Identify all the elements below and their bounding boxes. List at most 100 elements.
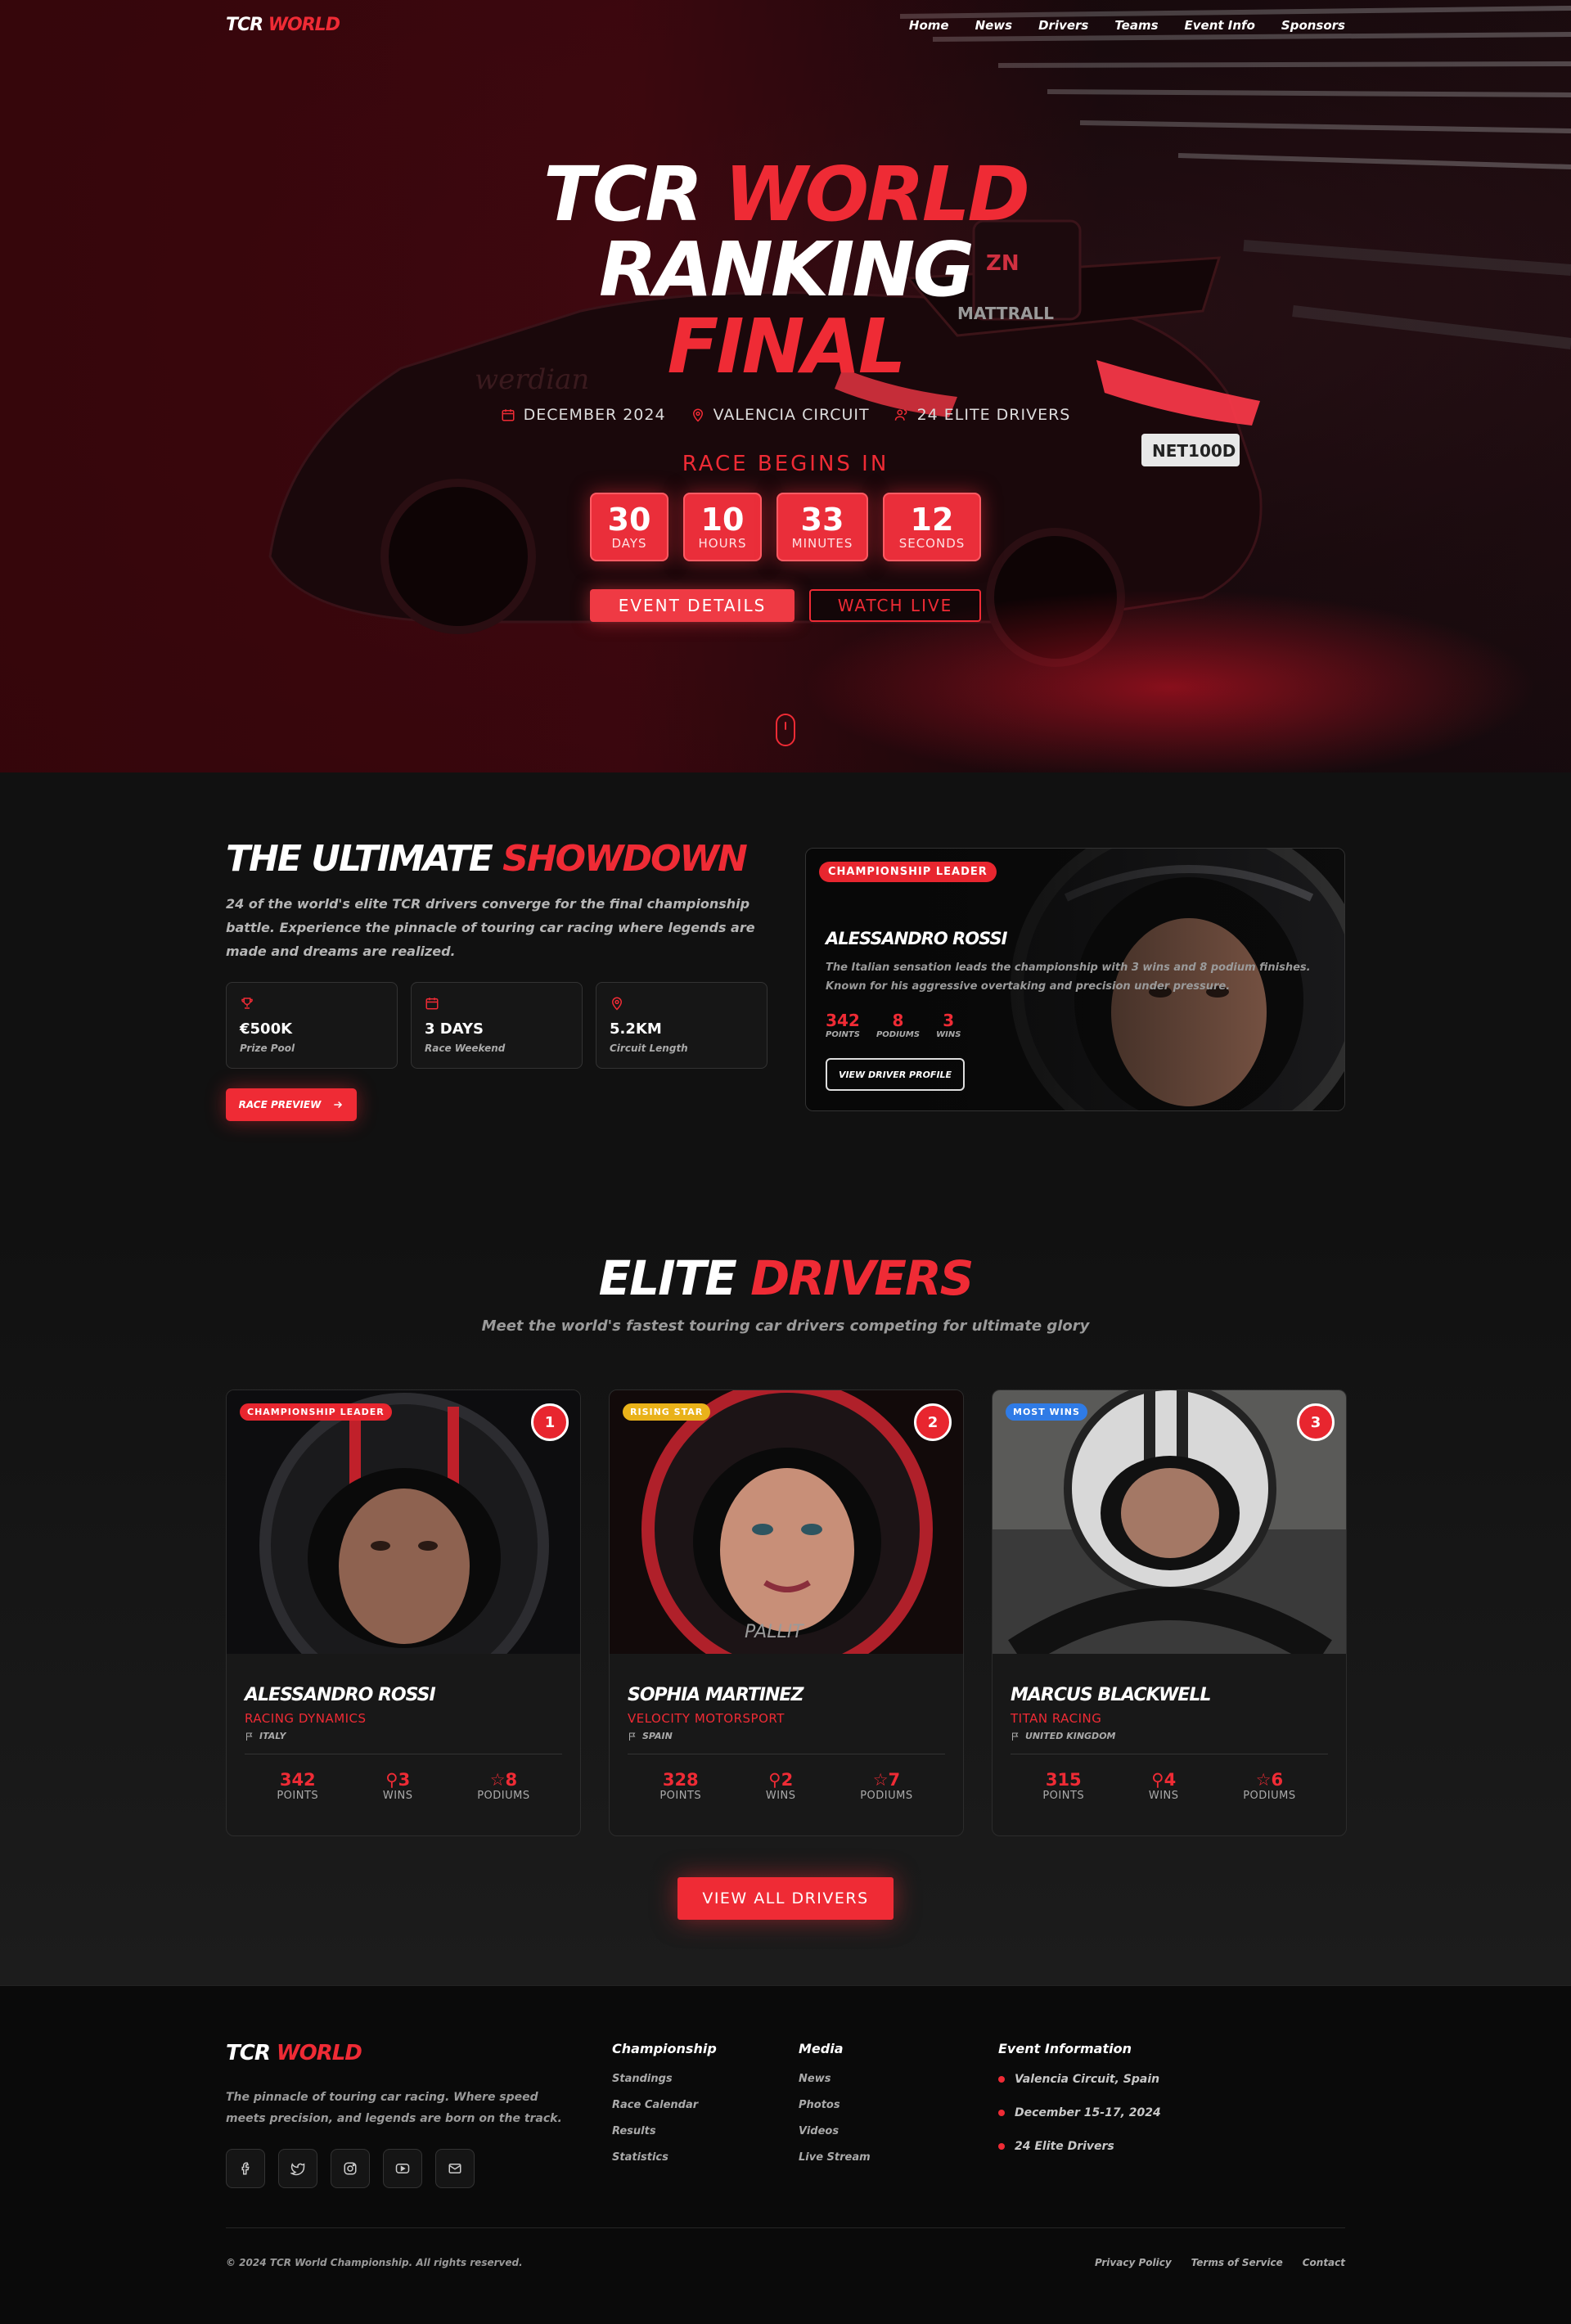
stat-label: WINS <box>936 1030 961 1039</box>
twitter-icon[interactable] <box>278 2149 317 2188</box>
stat-label: WINS <box>1148 1790 1179 1802</box>
copyright: © 2024 TCR World Championship. All right… <box>226 2257 523 2268</box>
stat-value: 8 <box>505 1770 518 1790</box>
bullet-icon <box>998 2143 1005 2150</box>
nav-news[interactable]: News <box>975 18 1013 33</box>
users-icon <box>894 409 907 421</box>
watch-live-button[interactable]: WATCH LIVE <box>809 589 981 622</box>
hero-section: NET100D ZN MATTRALL werdian TCR WORLD RA… <box>0 0 1571 772</box>
driver-country: ITALY <box>245 1731 286 1741</box>
trophy-icon: ⚲ <box>385 1770 398 1790</box>
rank-badge: 3 <box>1297 1403 1335 1441</box>
showdown-description: 24 of the world's elite TCR drivers conv… <box>226 896 755 959</box>
driver-card[interactable]: CHAMPIONSHIP LEADER 1 ALESSANDRO ROSSI R… <box>226 1389 581 1836</box>
footer-link[interactable]: Standings <box>612 2073 717 2085</box>
event-info-text: Valencia Circuit, Spain <box>1015 2073 1160 2086</box>
event-info-item: Valencia Circuit, Spain <box>998 2073 1161 2086</box>
showdown-title: THE ULTIMATE SHOWDOWN <box>226 838 748 880</box>
stat-label: POINTS <box>659 1790 702 1802</box>
page: NET100D ZN MATTRALL werdian TCR WORLD RA… <box>0 0 1571 2324</box>
mail-icon[interactable] <box>435 2149 475 2188</box>
stat-label: Circuit Length <box>610 1043 688 1054</box>
footer-link[interactable]: Videos <box>799 2125 871 2137</box>
view-all-drivers-button[interactable]: VIEW ALL DRIVERS <box>677 1877 894 1920</box>
stat-label: PODIUMS <box>1243 1790 1296 1802</box>
stat-wins: ⚲3 WINS <box>383 1770 413 1802</box>
stat-value: 315 <box>1045 1770 1082 1790</box>
stat-value: 5.2KM <box>610 1020 662 1038</box>
privacy-policy-link[interactable]: Privacy Policy <box>1095 2257 1172 2268</box>
countdown-minutes: 33 MINUTES <box>776 493 868 561</box>
hero-title-line3: FINAL <box>667 303 907 390</box>
driver-photo: PALLIT RISING STAR 2 <box>610 1390 963 1654</box>
nav-sponsors[interactable]: Sponsors <box>1281 18 1345 33</box>
stat-label: Race Weekend <box>425 1043 506 1054</box>
footer-link[interactable]: Race Calendar <box>612 2099 717 2111</box>
facebook-icon[interactable] <box>226 2149 265 2188</box>
stat-value: 3 DAYS <box>425 1020 484 1038</box>
stat-label: PODIUMS <box>860 1790 913 1802</box>
view-driver-profile-button[interactable]: VIEW DRIVER PROFILE <box>826 1058 965 1091</box>
countdown-unit: SECONDS <box>898 536 966 551</box>
scroll-indicator-icon[interactable] <box>776 714 795 746</box>
footer-col-championship: Championship Standings Race Calendar Res… <box>612 2041 717 2178</box>
meta-date-text: DECEMBER 2024 <box>523 406 666 424</box>
footer-heading: Championship <box>612 2041 717 2056</box>
countdown-value: 30 <box>607 502 651 538</box>
footer-heading: Event Information <box>998 2041 1132 2056</box>
stat-circuit-length: 5.2KM Circuit Length <box>596 982 767 1069</box>
footer-link[interactable]: Results <box>612 2125 717 2137</box>
footer-link[interactable]: Statistics <box>612 2151 717 2164</box>
stat-podiums: ☆6 PODIUMS <box>1243 1770 1295 1802</box>
star-icon: ☆ <box>1255 1770 1272 1790</box>
svg-text:PALLIT: PALLIT <box>745 1622 804 1642</box>
stat-value: 8 <box>892 1011 904 1030</box>
stat-label: POINTS <box>277 1790 319 1802</box>
event-details-button[interactable]: EVENT DETAILS <box>590 589 795 622</box>
nav-drivers[interactable]: Drivers <box>1038 18 1088 33</box>
star-icon: ☆ <box>872 1770 889 1790</box>
star-icon: ☆ <box>489 1770 506 1790</box>
nav-event-info[interactable]: Event Info <box>1185 18 1255 33</box>
footer-col-event-info: Event Information Valencia Circuit, Spai… <box>998 2041 1161 2173</box>
footer-heading: Media <box>799 2041 844 2056</box>
stat-label: PODIUMS <box>876 1030 921 1039</box>
nav-teams[interactable]: Teams <box>1114 18 1158 33</box>
contact-link[interactable]: Contact <box>1303 2257 1345 2268</box>
footer-link[interactable]: Live Stream <box>799 2151 871 2164</box>
terms-of-service-link[interactable]: Terms of Service <box>1191 2257 1283 2268</box>
youtube-icon[interactable] <box>383 2149 422 2188</box>
stat-points: 342 POINTS <box>277 1770 318 1802</box>
footer-description: The pinnacle of touring car racing. Wher… <box>226 2091 562 2125</box>
trophy-icon: ⚲ <box>1151 1770 1164 1790</box>
footer-logo[interactable]: TCR WORLD <box>226 2041 362 2065</box>
stat-value: 7 <box>888 1770 901 1790</box>
driver-name: ALESSANDRO ROSSI <box>245 1685 436 1705</box>
stat-value: 6 <box>1271 1770 1284 1790</box>
nav-home[interactable]: Home <box>909 18 949 33</box>
stat-value: €500K <box>240 1020 293 1038</box>
driver-card[interactable]: MOST WINS 3 MARCUS BLACKWELL TITAN RACIN… <box>992 1389 1347 1836</box>
country-name: SPAIN <box>642 1731 673 1741</box>
bullet-icon <box>998 2110 1005 2116</box>
footer-link[interactable]: Photos <box>799 2099 871 2111</box>
meta-location-text: VALENCIA CIRCUIT <box>713 406 870 424</box>
brand-logo[interactable]: TCR WORLD <box>226 15 340 35</box>
stat-points: 315 POINTS <box>1042 1770 1084 1802</box>
hero-title-line1: TCR WORLD <box>543 151 1030 238</box>
leader-badge: CHAMPIONSHIP LEADER <box>819 862 997 882</box>
driver-card[interactable]: PALLIT RISING STAR 2 SOPHIA MARTINEZ VEL… <box>609 1389 964 1836</box>
flag-icon <box>246 1732 253 1741</box>
footer-link[interactable]: News <box>799 2073 871 2085</box>
stat-value: 4 <box>1164 1770 1177 1790</box>
countdown-value: 12 <box>910 502 954 538</box>
event-info-text: December 15-17, 2024 <box>1015 2106 1161 2119</box>
race-preview-button[interactable]: RACE PREVIEW <box>226 1088 357 1121</box>
driver-country: SPAIN <box>628 1731 673 1741</box>
instagram-icon[interactable] <box>331 2149 370 2188</box>
driver-stats: 342 POINTS ⚲3 WINS ☆8 PODIUMS <box>245 1770 562 1802</box>
countdown-label: RACE BEGINS IN <box>682 452 889 476</box>
stat-value: 2 <box>781 1770 794 1790</box>
rank-badge: 2 <box>914 1403 952 1441</box>
leader-name: ALESSANDRO ROSSI <box>826 929 1007 948</box>
